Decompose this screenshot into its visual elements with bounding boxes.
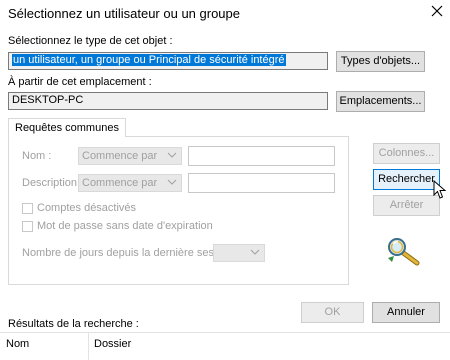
chevron-down-icon [167, 177, 177, 192]
days-since-logon-select[interactable] [213, 244, 265, 262]
object-type-label: Sélectionnez le type de cet objet : [8, 35, 173, 47]
ok-button[interactable]: OK [301, 302, 364, 323]
search-button[interactable]: Rechercher [373, 169, 440, 190]
description-input[interactable] [188, 173, 335, 193]
stop-button[interactable]: Arrêter [373, 195, 440, 216]
close-icon[interactable] [428, 2, 446, 20]
chevron-down-icon [250, 247, 260, 262]
results-column-name[interactable]: Nom [6, 338, 29, 350]
days-since-logon-label: Nombre de jours depuis la dernière sessi… [22, 247, 241, 259]
results-divider [0, 332, 450, 333]
description-label: Description : [22, 177, 84, 189]
mouse-pointer-icon [433, 179, 447, 203]
disabled-accounts-checkbox[interactable] [22, 203, 33, 214]
disabled-accounts-label: Comptes désactivés [37, 202, 137, 214]
name-operator-select[interactable]: Commence par [78, 147, 182, 165]
locations-button[interactable]: Emplacements... [336, 91, 425, 112]
name-input[interactable] [188, 146, 335, 166]
results-label: Résultats de la recherche : [8, 318, 139, 330]
location-label: À partir de cet emplacement : [8, 76, 152, 88]
no-expiry-checkbox[interactable] [22, 221, 33, 232]
magnifier-search-icon [386, 236, 422, 269]
column-separator [88, 333, 89, 360]
no-expiry-label: Mot de passe sans date d'expiration [37, 220, 213, 232]
name-label: Nom : [22, 150, 52, 162]
location-field: DESKTOP-PC [8, 92, 328, 110]
tab-common-queries[interactable]: Requêtes communes [8, 118, 126, 137]
cancel-button[interactable]: Annuler [372, 302, 440, 323]
object-types-button[interactable]: Types d'objets... [336, 51, 425, 72]
name-operator-value: Commence par [82, 150, 158, 162]
dialog-title: Sélectionnez un utilisateur ou un groupe [8, 6, 240, 21]
location-value: DESKTOP-PC [12, 94, 84, 106]
chevron-down-icon [167, 150, 177, 165]
object-type-field: un utilisateur, un groupe ou Principal d… [8, 52, 328, 70]
description-operator-value: Commence par [82, 177, 158, 189]
object-type-value: un utilisateur, un groupe ou Principal d… [12, 54, 286, 66]
description-operator-select[interactable]: Commence par [78, 174, 182, 192]
results-column-folder[interactable]: Dossier [94, 338, 131, 350]
columns-button[interactable]: Colonnes... [373, 143, 440, 164]
